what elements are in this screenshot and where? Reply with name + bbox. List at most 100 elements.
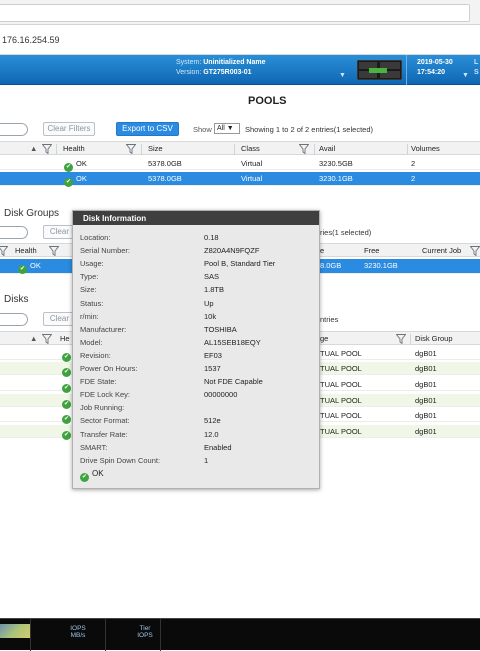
- pools-clear-filters-button[interactable]: Clear Filters: [43, 122, 95, 136]
- popup-field-label: Drive Spin Down Count:: [80, 455, 161, 465]
- filter-icon[interactable]: [42, 144, 52, 154]
- disk-information-popup: Disk Information Location: 0.18 Serial Num…: [72, 210, 320, 489]
- version-label: Version:: [176, 69, 202, 76]
- ok-check-icon: ✔: [64, 163, 73, 172]
- pools-search-input[interactable]: [0, 123, 28, 136]
- popup-field-value: Up: [204, 298, 214, 308]
- col-disk-group[interactable]: Disk Group: [415, 334, 453, 343]
- popup-field-label: r/min:: [80, 311, 99, 321]
- header-divider: [406, 55, 407, 85]
- popup-field-value: Enabled: [204, 442, 232, 452]
- filter-icon[interactable]: [299, 144, 309, 154]
- pools-export-csv-button[interactable]: Export to CSV: [116, 122, 179, 136]
- filter-icon[interactable]: [396, 334, 406, 344]
- disk-group-cell: dgB01: [415, 364, 437, 373]
- col-free[interactable]: Free: [364, 246, 379, 255]
- header-edge-text-2: S: [474, 69, 479, 76]
- popup-field-value: 0.18: [204, 233, 219, 242]
- header-time: 17:54:20: [417, 69, 446, 76]
- popup-field-value: 1.8TB: [204, 285, 225, 295]
- table-row[interactable]: ✔ OK 5378.0GB Virtual 3230.5GB 2: [0, 157, 480, 172]
- col-class[interactable]: Class: [241, 144, 260, 153]
- avail-cell: 3230.1GB: [319, 174, 353, 183]
- footer-tier[interactable]: Tier IOPS: [130, 625, 160, 639]
- popup-field-label: Transfer Rate:: [80, 429, 128, 439]
- col-usage-partial[interactable]: ge: [320, 334, 328, 343]
- col-sep: [314, 144, 315, 154]
- filter-icon[interactable]: [0, 246, 8, 256]
- filter-icon[interactable]: [126, 144, 136, 154]
- ok-check-icon: ✔: [80, 473, 89, 482]
- col-sep: [407, 144, 408, 154]
- col-volumes[interactable]: Volumes: [411, 144, 440, 153]
- popup-field-label: Power On Hours:: [80, 364, 138, 373]
- usage-cell: TUAL POOL: [320, 411, 362, 420]
- usage-cell: TUAL POOL: [320, 427, 362, 436]
- popup-field-label: SMART:: [80, 442, 108, 452]
- col-health-partial[interactable]: He: [60, 334, 70, 343]
- system-name[interactable]: Uninitialized Name: [203, 59, 265, 66]
- health-cell: ✔ OK: [64, 174, 87, 187]
- size-cell: 8.0GB: [320, 261, 342, 270]
- footer-divider: [160, 619, 161, 651]
- col-health[interactable]: Health: [15, 246, 37, 255]
- footer-iops[interactable]: IOPS MB/s: [63, 625, 93, 639]
- col-size-partial[interactable]: e: [320, 246, 324, 255]
- system-menu-arrow-icon[interactable]: ▼: [339, 72, 346, 79]
- disks-summary: ntries: [320, 315, 339, 324]
- version-info: Version: GT275R003-01: [176, 69, 252, 76]
- col-sep: [141, 144, 142, 154]
- popup-field-value: Pool B, Standard Tier: [204, 259, 276, 269]
- col-size[interactable]: Size: [148, 144, 163, 153]
- filter-icon[interactable]: [49, 246, 59, 256]
- popup-field-value: 512e: [204, 416, 221, 426]
- popup-title: Disk Information: [73, 211, 319, 225]
- footer-iops-line2: MB/s: [70, 632, 86, 639]
- popup-field-label: Location:: [80, 233, 111, 242]
- popup-field-label: Serial Number:: [80, 246, 131, 256]
- popup-field-value: TOSHIBA: [204, 324, 237, 334]
- disk-group-cell: dgB01: [415, 427, 437, 436]
- disks-title: Disks: [4, 294, 29, 305]
- address-bar[interactable]: 176.16.254.59: [0, 25, 480, 55]
- sort-asc-icon[interactable]: ▲: [30, 144, 37, 153]
- disk-groups-summary: ries(1 selected): [320, 228, 372, 237]
- performance-thumbnail[interactable]: [0, 624, 30, 638]
- filter-icon[interactable]: [42, 334, 52, 344]
- system-label: System:: [176, 59, 202, 66]
- popup-field-value: 10k: [204, 311, 217, 321]
- sort-asc-icon[interactable]: ▲: [30, 334, 37, 343]
- popup-field-label: Revision:: [80, 350, 111, 360]
- system-info: System: Uninitialized Name: [176, 59, 265, 66]
- table-row-selected[interactable]: ✔ OK 5378.0GB Virtual 3230.1GB 2: [0, 172, 480, 187]
- datetime-menu-arrow-icon[interactable]: ▼: [462, 72, 469, 79]
- disks-search-input[interactable]: [0, 313, 28, 326]
- show-entries-value: All: [217, 125, 225, 132]
- size-cell: 5378.0GB: [148, 174, 182, 183]
- enclosure-icon[interactable]: [357, 60, 402, 80]
- disk-group-cell: dgB01: [415, 396, 437, 405]
- health-cell: ✔ OK: [64, 159, 87, 172]
- disk-groups-search-input[interactable]: [0, 226, 28, 239]
- class-cell: Virtual: [241, 159, 263, 168]
- popup-field-label: Sector Format:: [80, 416, 130, 426]
- url-text[interactable]: 176.16.254.59: [2, 35, 60, 45]
- header-edge-text: L: [474, 59, 479, 66]
- app-header: System: Uninitialized Name Version: GT27…: [0, 55, 480, 85]
- health-text: OK: [76, 159, 87, 168]
- popup-field-value: 00000000: [204, 390, 238, 400]
- col-current-job[interactable]: Current Job: [422, 246, 461, 255]
- popup-status: ✔ OK: [80, 469, 104, 482]
- disk-group-cell: dgB01: [415, 380, 437, 389]
- pools-title: POOLS: [248, 95, 287, 107]
- footer-tier-line2: IOPS: [137, 632, 153, 639]
- popup-field-label: FDE State:: [80, 377, 117, 387]
- filter-icon[interactable]: [470, 246, 480, 256]
- col-avail[interactable]: Avail: [319, 144, 335, 153]
- col-sep: [234, 144, 235, 154]
- col-health[interactable]: Health: [63, 144, 85, 153]
- disk-group-cell: dgB01: [415, 411, 437, 420]
- footer-bar: IOPS MB/s Tier IOPS: [0, 618, 480, 651]
- footer-divider: [105, 619, 106, 651]
- show-entries-select[interactable]: All ▼: [214, 123, 240, 134]
